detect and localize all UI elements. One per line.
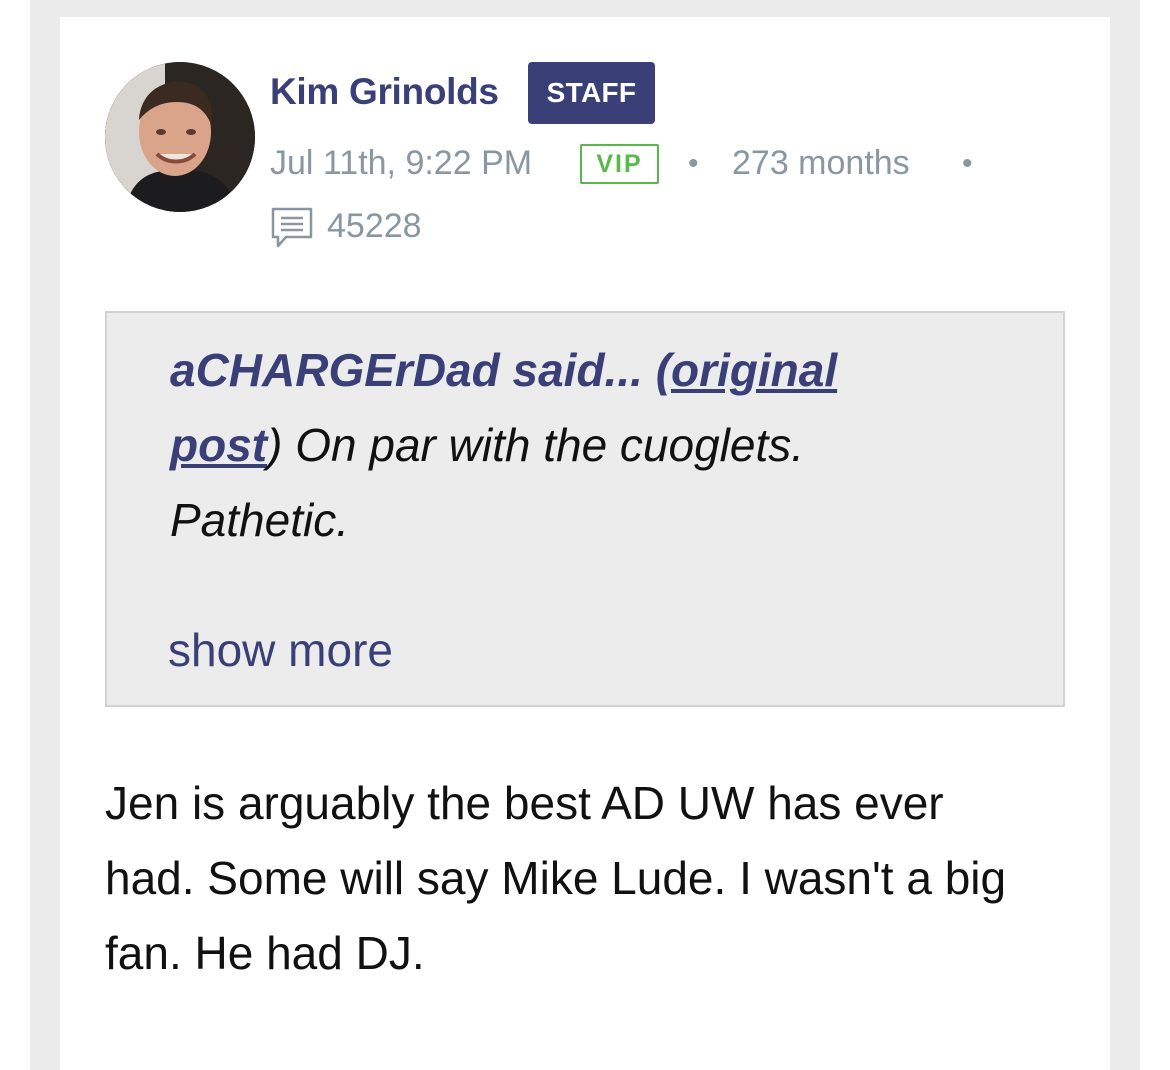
quote-username[interactable]: aCHARGErDad	[170, 344, 500, 396]
quote-said-label: said...	[512, 344, 643, 396]
staff-badge: STAFF	[528, 62, 655, 124]
comment-icon	[271, 207, 313, 248]
avatar[interactable]	[105, 62, 255, 212]
post-body: Jen is arguably the best AD UW has ever …	[105, 777, 1007, 979]
author-name[interactable]: Kim Grinolds	[270, 70, 499, 114]
member-tenure: 273 months	[732, 144, 910, 182]
meta-separator: •	[688, 147, 699, 180]
user-avatar-photo	[105, 62, 255, 212]
original-post-open-paren: (	[655, 344, 672, 396]
post-timestamp[interactable]: Jul 11th, 9:22 PM	[270, 141, 532, 185]
quote-text: aCHARGErDad said... (original post) On p…	[170, 333, 950, 558]
post-count: 45228	[327, 207, 422, 245]
meta-separator: •	[962, 147, 973, 180]
original-post-close-paren: )	[267, 419, 283, 471]
show-more-link[interactable]: show more	[168, 622, 393, 678]
vip-badge: VIP	[580, 144, 659, 184]
